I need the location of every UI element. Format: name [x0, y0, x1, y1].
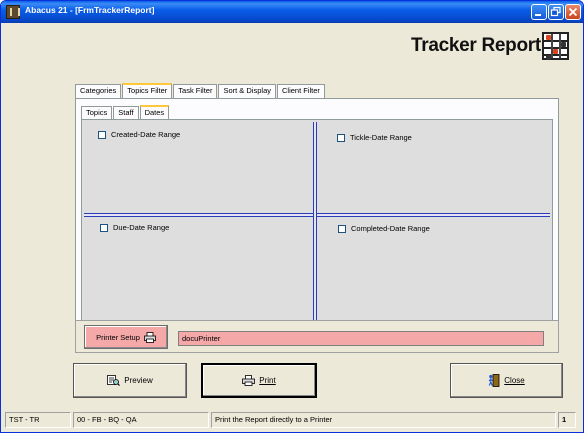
horizontal-splitter[interactable] [84, 213, 550, 217]
page-title: Tracker Report [411, 35, 541, 56]
preview-button[interactable]: Preview [73, 363, 187, 398]
vertical-splitter[interactable] [313, 122, 317, 332]
title-bar[interactable]: Abacus 21 - [FrmTrackerReport] [1, 1, 583, 23]
status-page-number: 1 [558, 412, 576, 428]
tab-categories[interactable]: Categories [75, 84, 122, 98]
printer-bar: Printer Setup docuPrinter [75, 320, 559, 353]
close-button[interactable]: Close [450, 363, 563, 398]
form-client-area: Tracker Report Categories Topics Filter … [5, 23, 580, 409]
outer-tab-strip: Categories Topics Filter Task Filter Sor… [75, 82, 326, 99]
tickle-date-range-checkbox[interactable]: Tickle-Date Range [337, 133, 412, 142]
checkbox-box[interactable] [100, 223, 108, 232]
close-label: Close [504, 376, 525, 385]
window-title: Abacus 21 - [FrmTrackerReport] [25, 5, 155, 15]
completed-date-range-label: Completed-Date Range [351, 224, 430, 233]
status-message: Print the Report directly to a Printer [211, 412, 556, 428]
completed-date-range-checkbox[interactable]: Completed-Date Range [338, 224, 430, 233]
status-cell-codes: 00 - FB - BQ - QA [73, 412, 209, 428]
tab-sort-display[interactable]: Sort & Display [218, 84, 276, 98]
inner-tab-strip: Topics Staff Dates [81, 104, 170, 121]
printer-icon [242, 375, 256, 386]
created-date-range-label: Created-Date Range [111, 130, 181, 139]
created-date-range-checkbox[interactable]: Created-Date Range [98, 130, 180, 139]
printer-name-field[interactable]: docuPrinter [178, 331, 544, 346]
abacus-icon [542, 32, 569, 60]
due-date-range-checkbox[interactable]: Due-Date Range [100, 223, 169, 232]
close-icon[interactable] [565, 4, 581, 20]
checkbox-box[interactable] [337, 133, 345, 142]
app-window: Abacus 21 - [FrmTrackerReport] Tracker R… [0, 0, 584, 433]
dates-panel: Created-Date Range Tickle-Date Range Due… [81, 119, 553, 334]
checkbox-box[interactable] [98, 130, 106, 139]
printer-icon [143, 331, 156, 343]
preview-icon [107, 375, 121, 386]
print-button[interactable]: Print [201, 363, 317, 398]
preview-label: Preview [124, 376, 153, 385]
tab-task-filter[interactable]: Task Filter [173, 84, 218, 98]
tickle-date-range-label: Tickle-Date Range [350, 133, 412, 142]
tab-staff[interactable]: Staff [113, 106, 139, 120]
topics-filter-panel: Topics Staff Dates Created-Date Range Ti… [75, 98, 559, 340]
print-label: Print [259, 376, 276, 385]
status-bar: TST - TR 00 - FB - BQ - QA Print the Rep… [5, 412, 580, 428]
printer-setup-label: Printer Setup [96, 332, 140, 342]
tab-topics-filter[interactable]: Topics Filter [122, 83, 173, 99]
restore-icon[interactable] [548, 4, 564, 20]
status-cell-user: TST - TR [5, 412, 71, 428]
checkbox-box[interactable] [338, 224, 346, 233]
app-icon [6, 5, 20, 19]
minimize-icon[interactable] [531, 4, 547, 20]
tab-topics[interactable]: Topics [81, 106, 113, 120]
printer-setup-button[interactable]: Printer Setup [84, 325, 168, 349]
tab-client-filter[interactable]: Client Filter [277, 84, 325, 98]
exit-door-icon [488, 374, 500, 387]
due-date-range-label: Due-Date Range [113, 223, 170, 232]
